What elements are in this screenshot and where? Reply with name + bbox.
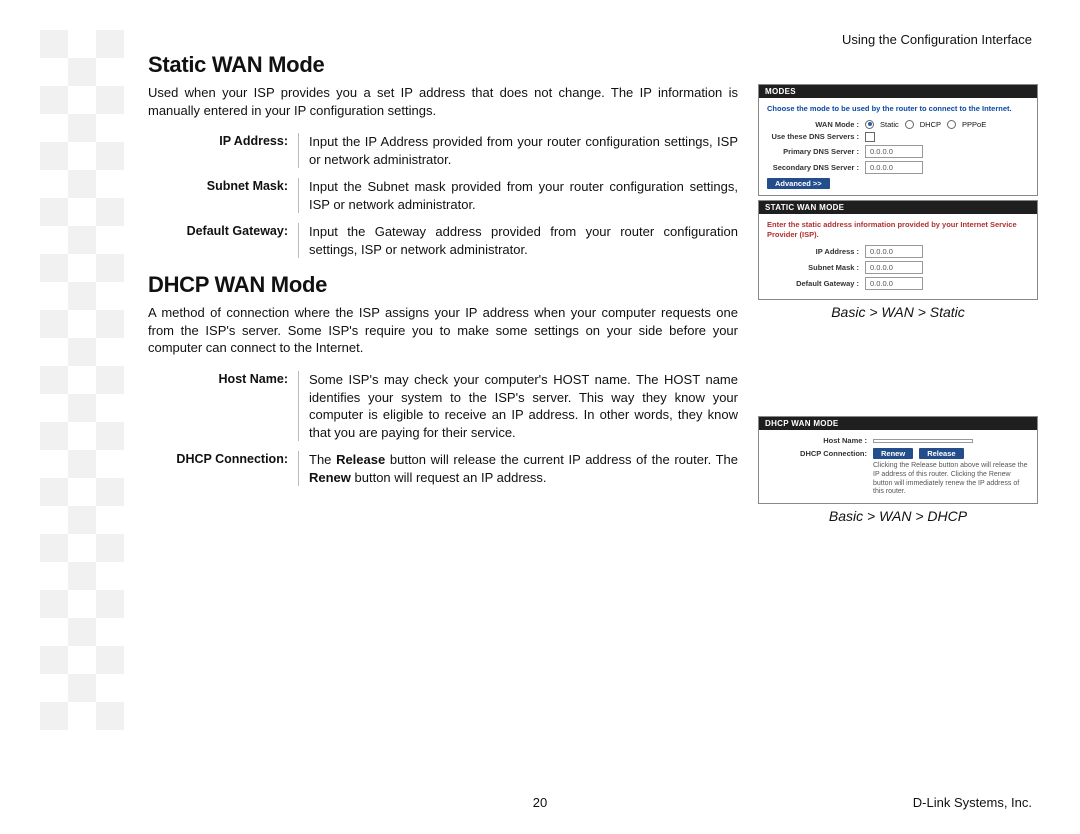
- input-static-mask[interactable]: 0.0.0.0: [865, 261, 923, 274]
- static-instruction: Enter the static address information pro…: [767, 220, 1029, 240]
- screenshot-static-group: Modes Choose the mode to be used by the …: [758, 84, 1038, 320]
- text-span: button will request an IP address.: [351, 470, 547, 485]
- def-default-gateway: Default Gateway: Input the Gateway addre…: [148, 223, 738, 258]
- main-content: Static WAN Mode Used when your ISP provi…: [148, 52, 738, 496]
- heading-dhcp-wan: DHCP WAN Mode: [148, 272, 738, 298]
- radio-label-dhcp: DHCP: [920, 120, 941, 129]
- def-dhcp-connection: DHCP Connection: The Release button will…: [148, 451, 738, 486]
- static-wan-panel: Static WAN Mode Enter the static address…: [758, 200, 1038, 301]
- label-secondary-dns: Secondary DNS Server :: [767, 163, 865, 172]
- static-intro: Used when your ISP provides you a set IP…: [148, 84, 738, 119]
- bold-renew: Renew: [309, 470, 351, 485]
- page-number: 20: [533, 795, 547, 810]
- checkbox-use-dns[interactable]: [865, 132, 875, 142]
- input-host-name[interactable]: [873, 439, 973, 443]
- text-span: button will release the current IP addre…: [385, 452, 738, 467]
- def-subnet-mask: Subnet Mask: Input the Subnet mask provi…: [148, 178, 738, 213]
- modes-panel: Modes Choose the mode to be used by the …: [758, 84, 1038, 196]
- input-primary-dns[interactable]: 0.0.0.0: [865, 145, 923, 158]
- advanced-button[interactable]: Advanced >>: [767, 178, 830, 189]
- release-button[interactable]: Release: [919, 448, 963, 459]
- label-dhcp-connection: DHCP Connection:: [148, 451, 299, 486]
- label-static-gateway: Default Gateway :: [767, 279, 865, 288]
- radio-label-static: Static: [880, 120, 899, 129]
- wan-mode-radios: Static DHCP PPPoE: [865, 120, 1029, 129]
- radio-label-pppoe: PPPoE: [962, 120, 986, 129]
- screenshot-dhcp-group: DHCP WAN Mode Host Name : DHCP Connectio…: [758, 416, 1038, 524]
- renew-button[interactable]: Renew: [873, 448, 913, 459]
- label-static-ip: IP Address :: [767, 247, 865, 256]
- input-static-gateway[interactable]: 0.0.0.0: [865, 277, 923, 290]
- footer-company: D-Link Systems, Inc.: [913, 795, 1032, 810]
- text-subnet-mask: Input the Subnet mask provided from your…: [299, 178, 738, 213]
- caption-dhcp: Basic > WAN > DHCP: [758, 508, 1038, 524]
- bold-release: Release: [336, 452, 385, 467]
- label-host-name: Host Name:: [148, 371, 299, 441]
- dhcp-panel-header: DHCP WAN Mode: [759, 417, 1037, 430]
- decorative-checker: [40, 30, 124, 750]
- modes-instruction: Choose the mode to be used by the router…: [767, 104, 1029, 114]
- label-static-mask: Subnet Mask :: [767, 263, 865, 272]
- label-dhcp-conn: DHCP Connection:: [767, 449, 873, 458]
- dhcp-wan-panel: DHCP WAN Mode Host Name : DHCP Connectio…: [758, 416, 1038, 504]
- def-host-name: Host Name: Some ISP's may check your com…: [148, 371, 738, 441]
- label-wan-mode: WAN Mode :: [767, 120, 865, 129]
- label-default-gateway: Default Gateway:: [148, 223, 299, 258]
- radio-static[interactable]: [865, 120, 874, 129]
- text-span: The: [309, 452, 336, 467]
- radio-dhcp[interactable]: [905, 120, 914, 129]
- text-default-gateway: Input the Gateway address provided from …: [299, 223, 738, 258]
- text-dhcp-connection: The Release button will release the curr…: [299, 451, 738, 486]
- label-primary-dns: Primary DNS Server :: [767, 147, 865, 156]
- label-use-dns: Use these DNS Servers :: [767, 132, 865, 141]
- caption-static: Basic > WAN > Static: [758, 304, 1038, 320]
- dhcp-note: Clicking the Release button above will r…: [873, 462, 1029, 497]
- heading-static-wan: Static WAN Mode: [148, 52, 738, 78]
- dhcp-intro: A method of connection where the ISP ass…: [148, 304, 738, 357]
- text-host-name: Some ISP's may check your computer's HOS…: [299, 371, 738, 441]
- input-static-ip[interactable]: 0.0.0.0: [865, 245, 923, 258]
- input-secondary-dns[interactable]: 0.0.0.0: [865, 161, 923, 174]
- label-host-name-field: Host Name :: [767, 436, 873, 445]
- label-ip-address: IP Address:: [148, 133, 299, 168]
- text-ip-address: Input the IP Address provided from your …: [299, 133, 738, 168]
- def-ip-address: IP Address: Input the IP Address provide…: [148, 133, 738, 168]
- radio-pppoe[interactable]: [947, 120, 956, 129]
- label-subnet-mask: Subnet Mask:: [148, 178, 299, 213]
- static-panel-header: Static WAN Mode: [759, 201, 1037, 214]
- modes-panel-header: Modes: [759, 85, 1037, 98]
- section-path: Using the Configuration Interface: [842, 32, 1032, 47]
